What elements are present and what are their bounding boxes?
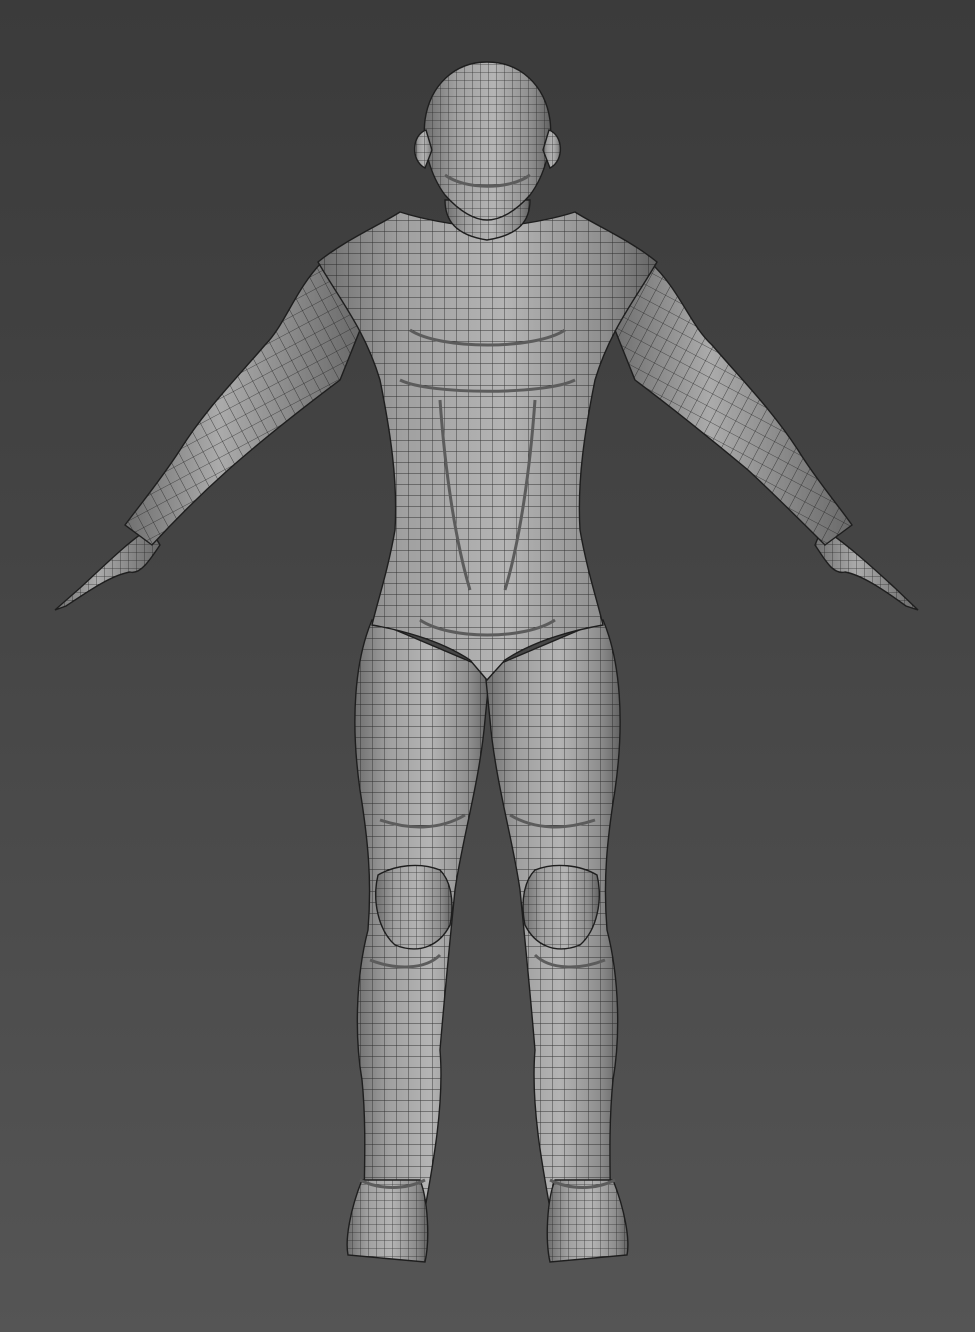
right-boot-wireframe <box>547 1180 628 1262</box>
helmet-wireframe <box>424 62 551 220</box>
left-boot-wireframe <box>347 1180 428 1262</box>
character-mesh[interactable] <box>0 0 975 1332</box>
left-hand-wireframe <box>55 528 160 610</box>
torso-wireframe <box>318 212 657 680</box>
right-arm-wireframe <box>615 262 852 545</box>
right-knee-pad[interactable] <box>522 864 600 950</box>
left-arm-wireframe <box>125 262 360 545</box>
left-boot[interactable] <box>346 1179 429 1263</box>
torso[interactable] <box>317 211 658 682</box>
left-knee-pad[interactable] <box>375 864 453 950</box>
3d-viewport[interactable] <box>0 0 975 1332</box>
helmet[interactable] <box>423 61 552 221</box>
left-hand[interactable] <box>54 527 161 611</box>
left-arm[interactable] <box>124 260 361 546</box>
right-boot[interactable] <box>546 1179 629 1263</box>
right-arm[interactable] <box>614 260 853 546</box>
